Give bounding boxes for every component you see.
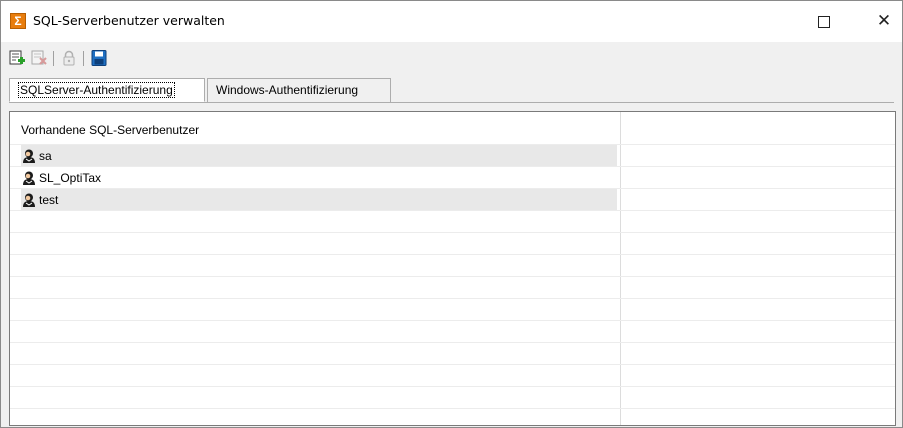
grid-line (10, 408, 895, 409)
grid-line (10, 210, 895, 211)
user-icon (23, 193, 35, 207)
user-name: SL_OptiTax (39, 170, 102, 185)
tab-divider (9, 102, 894, 103)
close-button[interactable]: ✕ (861, 1, 903, 42)
add-user-icon (9, 50, 25, 65)
list-header: Vorhandene SQL-Serverbenutzer (21, 123, 200, 137)
window-title: SQL-Serverbenutzer verwalten (33, 13, 225, 28)
grid-line (10, 342, 895, 343)
toolbar-separator (83, 51, 84, 66)
save-icon (91, 50, 107, 66)
dialog-window: Σ SQL-Serverbenutzer verwalten ✕ SQLServ… (0, 0, 903, 428)
tab-windows-authentication[interactable]: Windows-Authentifizierung (207, 78, 391, 102)
title-bar[interactable]: Σ SQL-Serverbenutzer verwalten ✕ (1, 1, 902, 42)
tab-label: Windows-Authentifizierung (216, 83, 359, 97)
user-list-panel: Vorhandene SQL-Serverbenutzer sa SL_Opti… (9, 111, 896, 426)
maximize-icon (818, 15, 830, 28)
sigma-app-icon: Σ (10, 13, 26, 29)
toolbar-separator (53, 51, 54, 66)
grid-line (10, 254, 895, 255)
user-icon (23, 149, 35, 163)
grid-line (10, 232, 895, 233)
maximize-button[interactable] (801, 1, 847, 42)
grid-line (10, 276, 895, 277)
grid-line (10, 320, 895, 321)
toolbar (1, 47, 902, 69)
column-separator (620, 112, 621, 425)
user-name: sa (39, 148, 52, 163)
delete-user-icon (31, 50, 47, 65)
list-item[interactable]: SL_OptiTax (21, 167, 617, 188)
save-button[interactable] (90, 49, 108, 67)
add-user-button[interactable] (8, 49, 26, 67)
list-item[interactable]: test (21, 189, 617, 210)
close-icon: ✕ (876, 11, 892, 31)
user-icon (23, 171, 35, 185)
delete-user-button[interactable] (30, 49, 48, 67)
lock-icon (63, 50, 75, 66)
list-item[interactable]: sa (21, 145, 617, 166)
lock-button[interactable] (60, 49, 78, 67)
grid-line (10, 298, 895, 299)
user-name: test (39, 192, 59, 207)
tab-label: SQLServer-Authentifizierung (18, 82, 175, 98)
grid-line (10, 386, 895, 387)
tab-sqlserver-authentication[interactable]: SQLServer-Authentifizierung (9, 78, 205, 102)
grid-line (10, 364, 895, 365)
